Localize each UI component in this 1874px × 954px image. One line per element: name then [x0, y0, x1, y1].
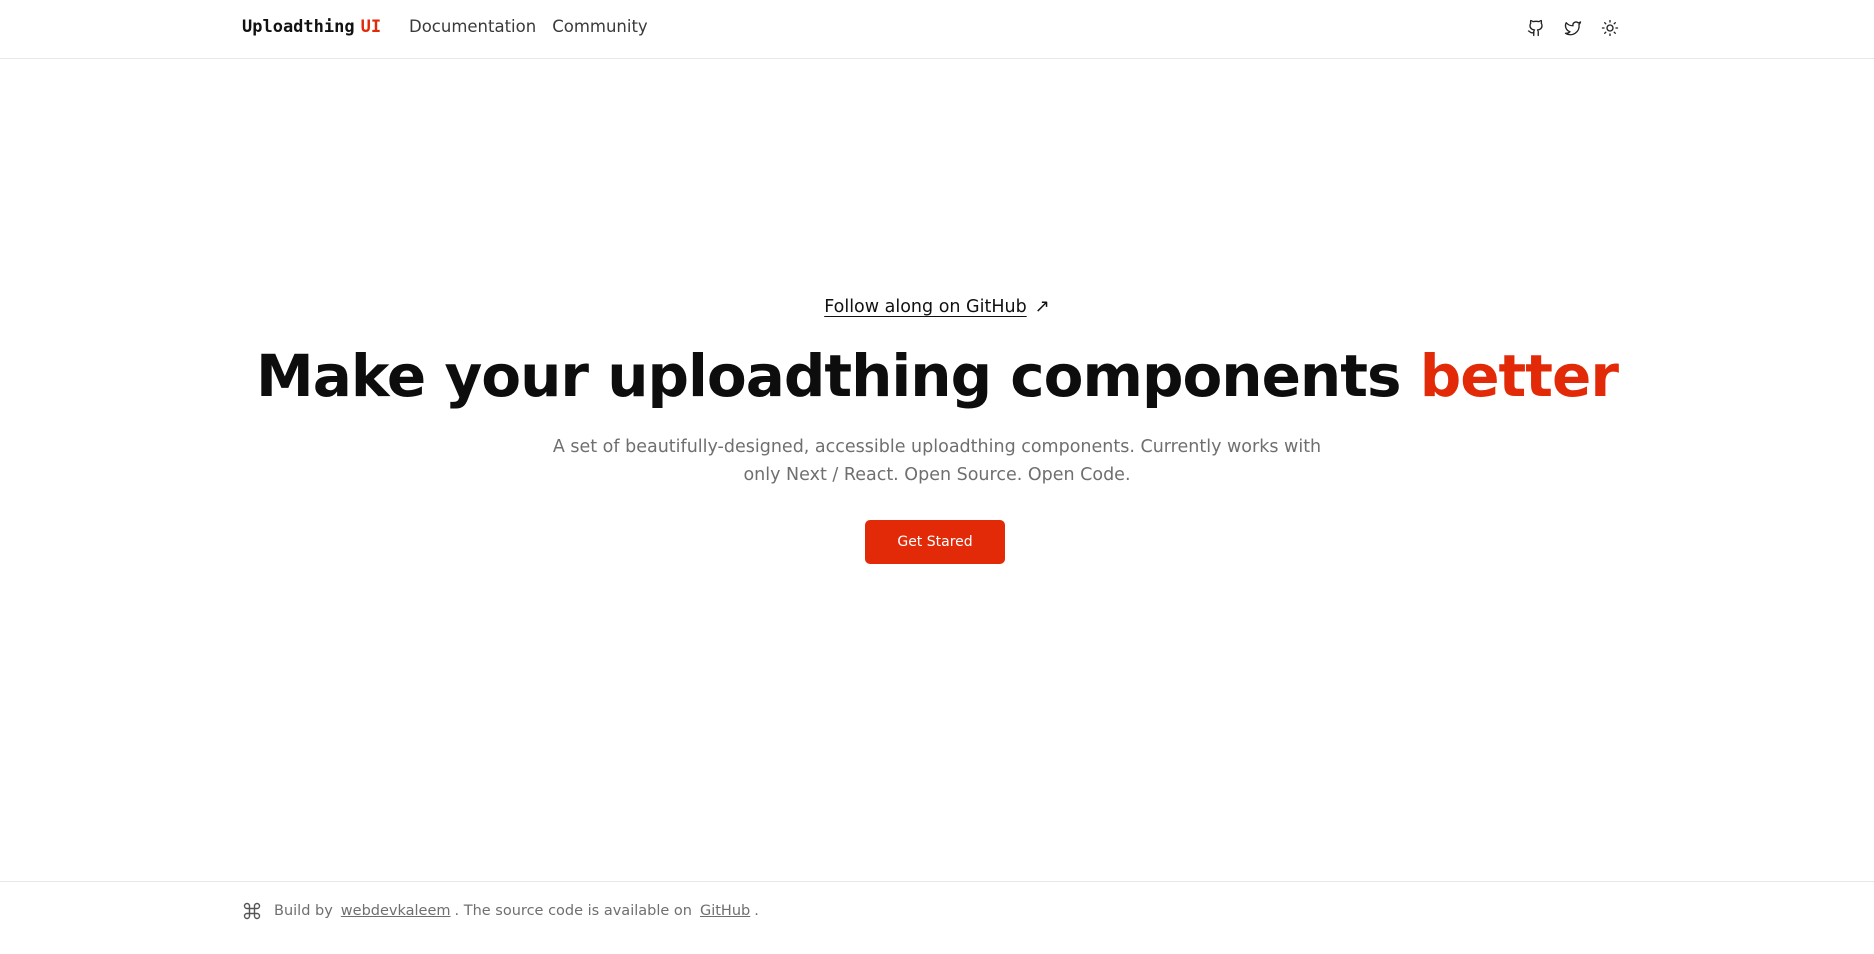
hero-title: Make your uploadthing components better — [0, 342, 1874, 410]
command-icon — [243, 902, 261, 920]
footer-middle: . The source code is available on — [454, 903, 692, 919]
footer-credits: Build by webdevkaleem . The source code … — [242, 901, 759, 921]
logo-link[interactable]: Uploadthing UI — [242, 17, 381, 37]
hero-title-accent: better — [1419, 342, 1619, 410]
theme-toggle-button[interactable] — [1599, 17, 1621, 39]
github-button[interactable] — [1525, 17, 1547, 39]
hero-subtitle: A set of beautifully-designed, accessibl… — [552, 437, 1322, 485]
nav-community[interactable]: Community — [552, 17, 648, 36]
hero-title-main: Make your uploadthing components — [256, 342, 1401, 410]
footer-suffix: . — [754, 903, 759, 919]
nav-documentation[interactable]: Documentation — [409, 17, 536, 36]
author-link[interactable]: webdevkaleem — [341, 903, 451, 919]
main-nav: Documentation Community — [409, 17, 648, 36]
logo-accent: UI — [360, 17, 382, 37]
footer-prefix: Build by — [274, 903, 333, 919]
header-actions — [1525, 17, 1621, 39]
source-github-link[interactable]: GitHub — [700, 903, 750, 919]
logo-text: Uploadthing — [242, 17, 355, 37]
twitter-icon — [1564, 21, 1582, 36]
sun-icon — [1601, 19, 1619, 37]
site-header: Uploadthing UI Documentation Community — [0, 0, 1874, 59]
get-started-button[interactable]: Get Stared — [865, 520, 1005, 564]
follow-github: Follow along on GitHub ↗ — [0, 296, 1874, 317]
github-icon — [1527, 19, 1543, 37]
arrow-up-right-icon: ↗ — [1034, 296, 1050, 317]
page: Uploadthing UI Documentation Community F… — [0, 0, 1874, 954]
site-footer: Build by webdevkaleem . The source code … — [0, 881, 1874, 954]
twitter-button[interactable] — [1562, 17, 1584, 39]
follow-github-link[interactable]: Follow along on GitHub — [824, 297, 1027, 317]
